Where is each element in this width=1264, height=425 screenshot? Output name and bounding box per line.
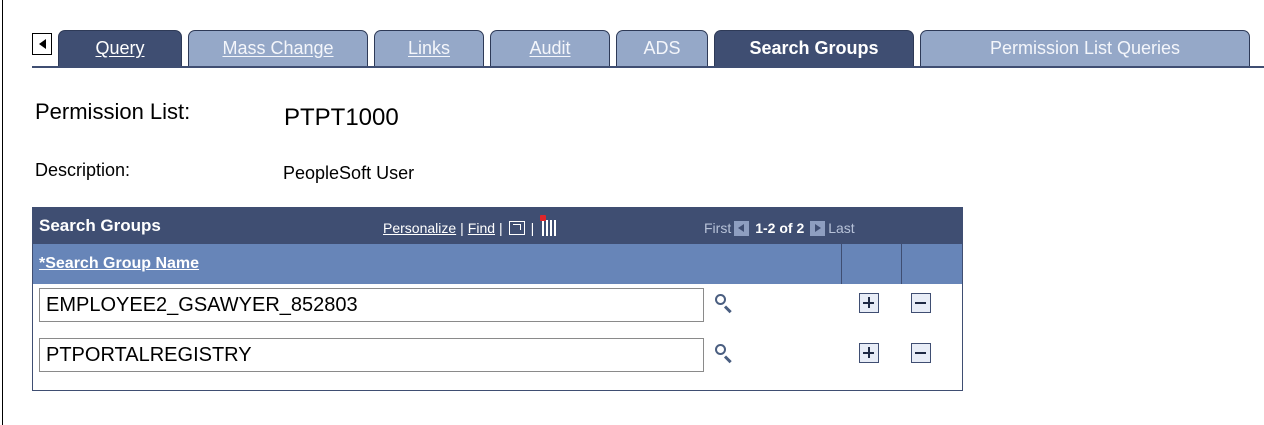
column-header-add [842, 244, 902, 284]
description-label: Description: [35, 160, 131, 180]
separator: | [499, 220, 503, 236]
table-row [33, 334, 962, 376]
column-header-search-group-name: *Search Group Name [33, 244, 842, 284]
tab-mass-change[interactable]: Mass Change [188, 30, 368, 66]
search-groups-grid: Search Groups Personalize | Find | | Fir… [32, 207, 963, 391]
next-row-icon[interactable] [810, 220, 826, 236]
tab-baseline [32, 66, 1264, 68]
view-all-zoom-icon[interactable] [508, 221, 525, 235]
separator: | [460, 220, 464, 236]
permission-list-value: PTPT1000 [284, 104, 399, 131]
find-link[interactable]: Find [468, 220, 495, 236]
personalize-link[interactable]: Personalize [383, 220, 456, 236]
download-spreadsheet-icon[interactable] [540, 215, 557, 236]
lookup-search-icon[interactable] [713, 293, 735, 315]
tab-permission-list-queries[interactable]: Permission List Queries [920, 30, 1250, 66]
row-count: 1-2 of 2 [755, 220, 805, 236]
tab-scroll-left-button[interactable] [32, 33, 52, 55]
tab-links[interactable]: Links [374, 30, 484, 66]
tab-search-groups[interactable]: Search Groups [714, 30, 914, 66]
table-row [33, 284, 962, 326]
add-row-button[interactable] [859, 293, 879, 313]
description-value: PeopleSoft User [283, 163, 415, 183]
chevron-left-icon [38, 39, 46, 49]
grid-header: Search Groups Personalize | Find | | Fir… [33, 208, 962, 244]
delete-row-button[interactable] [911, 293, 931, 313]
permission-list-label: Permission List: [35, 99, 191, 124]
grid-tools: Personalize | Find | | [383, 215, 557, 236]
tab-bar: Query Mass Change Links Audit ADS Search… [32, 24, 1264, 68]
page-left-border [2, 0, 3, 425]
grid-title: Search Groups [39, 216, 161, 235]
search-group-name-input[interactable] [39, 288, 704, 322]
column-header-delete [902, 244, 962, 284]
last-link[interactable]: Last [828, 220, 854, 236]
lookup-search-icon[interactable] [713, 343, 735, 365]
previous-row-icon[interactable] [734, 220, 750, 236]
add-row-button[interactable] [859, 343, 879, 363]
sort-search-group-name-link[interactable]: *Search Group Name [39, 255, 199, 273]
grid-navigation: First 1-2 of 2 Last [704, 220, 855, 236]
tab-ads[interactable]: ADS [616, 30, 708, 66]
separator: | [530, 220, 535, 236]
search-group-name-input[interactable] [39, 338, 704, 372]
tab-query[interactable]: Query [58, 30, 182, 66]
tab-audit[interactable]: Audit [490, 30, 610, 66]
first-link[interactable]: First [704, 220, 731, 236]
delete-row-button[interactable] [911, 343, 931, 363]
